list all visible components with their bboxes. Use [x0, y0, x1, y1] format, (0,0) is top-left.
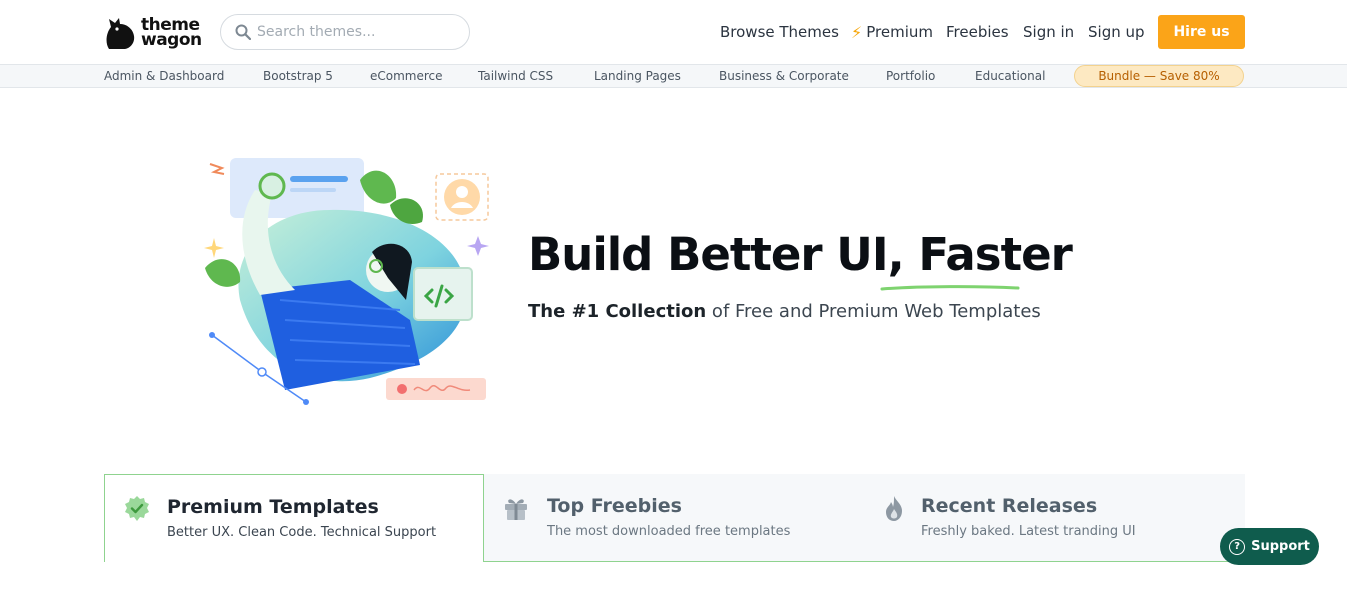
category-portfolio[interactable]: Portfolio: [886, 67, 935, 85]
lightning-icon: ⚡: [851, 22, 863, 42]
nav-browse-themes[interactable]: Browse Themes: [720, 20, 839, 44]
category-ecommerce[interactable]: eCommerce: [370, 67, 443, 85]
support-button[interactable]: ? Support: [1220, 528, 1319, 565]
tabs-bottom-border: [484, 561, 1245, 562]
category-business-corporate[interactable]: Business & Corporate: [719, 67, 849, 85]
category-bar: Admin & Dashboard Bootstrap 5 eCommerce …: [0, 64, 1347, 88]
hero-subtitle-bold: The #1 Collection: [528, 301, 707, 322]
category-tailwind-css[interactable]: Tailwind CSS: [478, 67, 553, 85]
tab-releases-desc: Freshly baked. Latest tranding UI: [921, 524, 1136, 539]
category-admin-dashboard[interactable]: Admin & Dashboard: [104, 67, 224, 85]
category-educational[interactable]: Educational: [975, 67, 1045, 85]
bundle-badge[interactable]: Bundle — Save 80%: [1074, 65, 1244, 87]
nav-premium-label: Premium: [866, 23, 933, 41]
hero-subtitle-rest: of Free and Premium Web Templates: [706, 301, 1041, 322]
logo-text-wagon: wagon: [141, 30, 202, 50]
category-landing-pages[interactable]: Landing Pages: [594, 67, 681, 85]
tab-premium-title: Premium Templates: [167, 496, 379, 518]
nav-premium[interactable]: ⚡ Premium: [851, 20, 933, 44]
tab-premium-templates[interactable]: Premium Templates Better UX. Clean Code.…: [104, 474, 484, 562]
feature-tabs: Premium Templates Better UX. Clean Code.…: [104, 474, 1245, 562]
search-input[interactable]: [257, 24, 457, 40]
tab-freebies-desc: The most downloaded free templates: [547, 524, 791, 539]
themewagon-logo[interactable]: theme wagon: [103, 14, 213, 52]
hero-subtitle: The #1 Collection of Free and Premium We…: [528, 301, 1041, 322]
hire-us-button[interactable]: Hire us: [1158, 15, 1245, 49]
badge-check-icon: [125, 496, 149, 521]
help-circle-icon: ?: [1229, 538, 1246, 555]
tab-freebies-title: Top Freebies: [547, 495, 682, 517]
hero-illustration: [204, 158, 489, 405]
tab-releases-title: Recent Releases: [921, 495, 1098, 517]
hero-title: Build Better UI, Faster: [528, 228, 1073, 281]
tab-top-freebies[interactable]: Top Freebies The most downloaded free te…: [484, 474, 858, 562]
tab-recent-releases[interactable]: Recent Releases Freshly baked. Latest tr…: [858, 474, 1245, 562]
search-box[interactable]: [220, 14, 470, 50]
category-bootstrap-5[interactable]: Bootstrap 5: [263, 67, 333, 85]
flame-icon: [886, 496, 902, 521]
tab-premium-desc: Better UX. Clean Code. Technical Support: [167, 525, 437, 540]
nav-freebies[interactable]: Freebies: [946, 20, 1009, 44]
horse-logo-icon: [106, 18, 135, 49]
title-underline-decoration: [880, 285, 1020, 291]
nav-sign-up[interactable]: Sign up: [1088, 20, 1145, 44]
support-label: Support: [1251, 539, 1310, 554]
search-icon: [235, 24, 251, 40]
gift-icon: [505, 499, 527, 520]
top-header: theme wagon Browse Themes ⚡ Premium Free…: [0, 0, 1347, 64]
nav-sign-in[interactable]: Sign in: [1023, 20, 1074, 44]
